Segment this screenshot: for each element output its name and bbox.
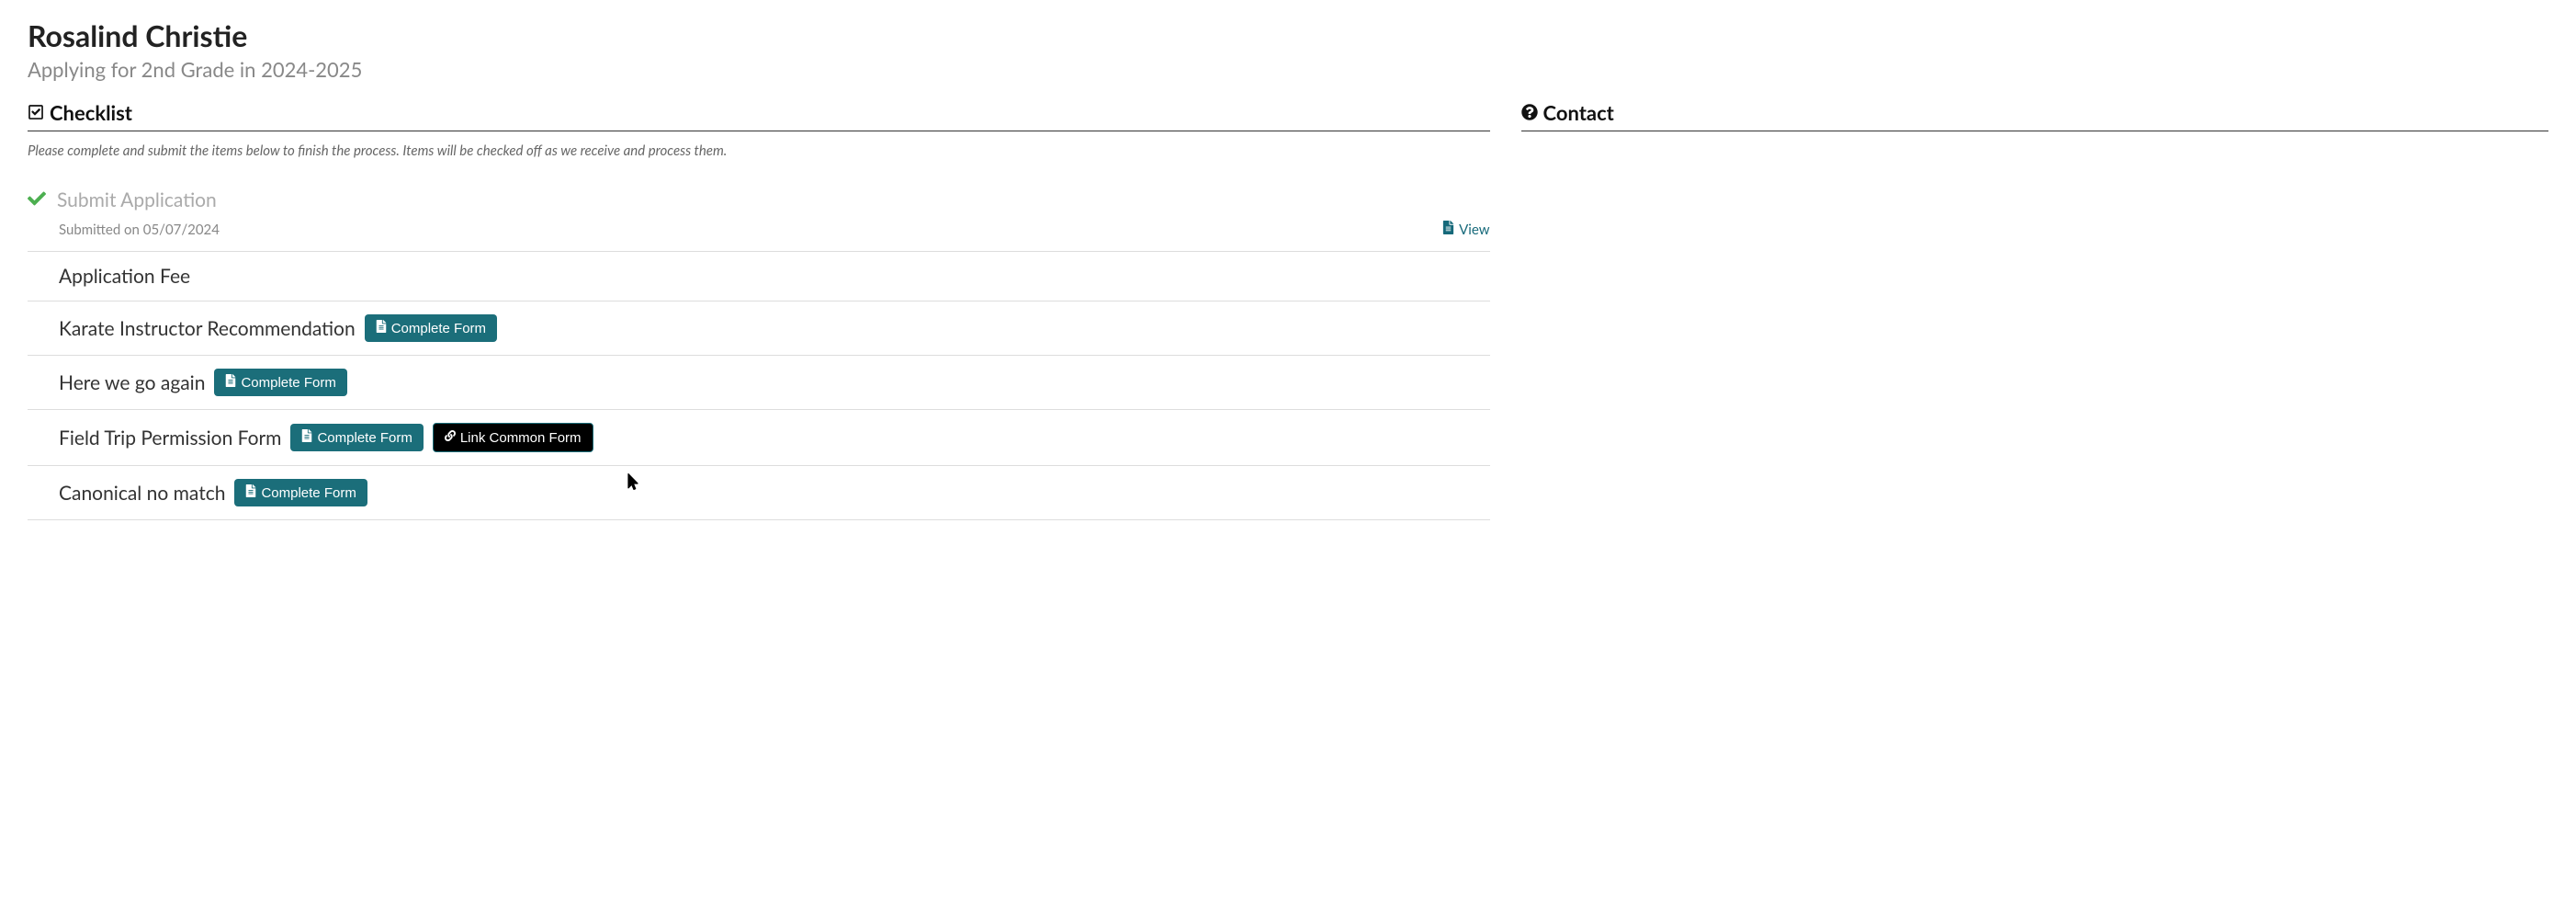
button-label: Complete Form	[241, 375, 335, 391]
complete-form-button[interactable]: Complete Form	[214, 369, 346, 396]
checklist-item-title: Canonical no match	[59, 482, 225, 505]
checklist-item-title: Field Trip Permission Form	[59, 427, 281, 449]
checklist-item-title: Submit Application	[57, 188, 217, 211]
page-title: Rosalind Christie	[28, 18, 2548, 53]
view-link[interactable]: View	[1442, 221, 1489, 238]
checklist-item: Here we go again Complete Form	[28, 356, 1490, 410]
checklist-item: Submit Application Submitted on 05/07/20…	[28, 176, 1490, 252]
complete-form-button[interactable]: Complete Form	[365, 314, 497, 342]
button-label: Complete Form	[261, 485, 356, 501]
file-icon	[1442, 221, 1454, 238]
checklist-icon	[28, 100, 44, 125]
button-label: Complete Form	[317, 430, 412, 446]
file-icon	[301, 429, 312, 446]
link-icon	[445, 429, 456, 446]
checklist-heading-text: Checklist	[50, 100, 132, 125]
view-link-label: View	[1459, 222, 1489, 238]
side-column: Contact	[1521, 100, 2548, 520]
submitted-date-text: Submitted on 05/07/2024	[59, 222, 220, 238]
checklist-item-title: Karate Instructor Recommendation	[59, 317, 356, 340]
checklist-section-header: Checklist	[28, 100, 1490, 131]
contact-section-header: Contact	[1521, 100, 2548, 131]
complete-form-button[interactable]: Complete Form	[290, 424, 423, 451]
checklist-item-title: Here we go again	[59, 371, 205, 394]
button-label: Complete Form	[391, 321, 486, 336]
checklist-instruction: Please complete and submit the items bel…	[28, 142, 1490, 159]
file-icon	[245, 484, 256, 501]
link-common-form-button[interactable]: Link Common Form	[433, 423, 593, 452]
main-column: Checklist Please complete and submit the…	[28, 100, 1490, 520]
complete-form-button[interactable]: Complete Form	[234, 479, 367, 506]
checklist-item: Canonical no match Complete Form	[28, 466, 1490, 520]
file-icon	[225, 374, 236, 391]
page-subtitle: Applying for 2nd Grade in 2024-2025	[28, 57, 2548, 82]
checklist-item: Field Trip Permission Form Complete Form…	[28, 410, 1490, 466]
contact-heading-text: Contact	[1543, 100, 1614, 125]
checklist-item: Karate Instructor Recommendation Complet…	[28, 301, 1490, 356]
question-circle-icon	[1521, 100, 1538, 125]
check-icon	[28, 189, 48, 211]
button-label: Link Common Form	[460, 430, 582, 446]
page-header: Rosalind Christie Applying for 2nd Grade…	[28, 18, 2548, 82]
file-icon	[376, 320, 387, 336]
checklist-item: Application Fee	[28, 252, 1490, 301]
checklist-item-title: Application Fee	[59, 265, 190, 288]
